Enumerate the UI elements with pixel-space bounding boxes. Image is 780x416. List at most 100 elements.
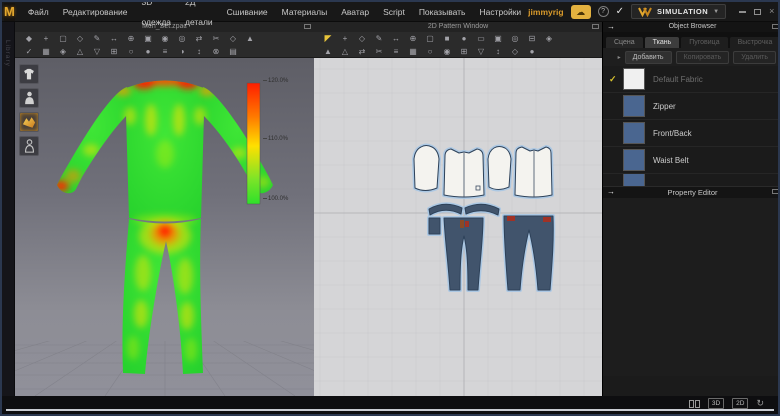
toolbar-icon[interactable]: +	[40, 33, 52, 44]
fabric-action-button[interactable]: Добавить	[625, 51, 672, 64]
menu-item[interactable]: Показывать	[412, 2, 473, 22]
toolbar-icon[interactable]: ◑	[176, 46, 188, 57]
toolbar-icon[interactable]: ⊞	[458, 46, 470, 57]
toolbar-icon[interactable]: ⇄	[356, 46, 368, 57]
fabric-list-item[interactable]	[603, 174, 780, 186]
toolbar-icon[interactable]: ▲	[244, 33, 256, 44]
split-view-icon[interactable]	[689, 400, 700, 408]
toolbar-icon[interactable]: +	[339, 33, 351, 44]
transform-pattern-tool-icon[interactable]: ◤	[322, 33, 334, 44]
fabric-action-button[interactable]: Удалить	[733, 51, 776, 64]
toolbar-icon[interactable]: ≡	[159, 46, 171, 57]
toolbar-icon[interactable]: ▣	[492, 33, 504, 44]
strain-map-avatar[interactable]	[15, 58, 314, 396]
fabric-list-item[interactable]: Zipper	[603, 93, 780, 120]
fabric-list-item[interactable]: ✓ Default Fabric	[603, 66, 780, 93]
toolbar-icon[interactable]: ◇	[356, 33, 368, 44]
fabric-list-item[interactable]: Waist Belt	[603, 147, 780, 174]
toolbar-icon[interactable]: ≡	[390, 46, 402, 57]
fabric-swatch[interactable]	[623, 149, 645, 171]
fabric-swatch[interactable]	[623, 174, 645, 186]
toolbar-icon[interactable]: ⊟	[526, 33, 538, 44]
viewport-3d-canvas[interactable]: 120.0% 110.0% 100.0%	[15, 58, 314, 396]
toolbar-icon[interactable]: ◈	[57, 46, 69, 57]
toolbar-icon[interactable]: ◇	[74, 33, 86, 44]
menu-item[interactable]: Сшивание	[220, 2, 275, 22]
menu-item[interactable]: Настройки	[472, 2, 528, 22]
fabric-swatch[interactable]	[623, 68, 645, 90]
collapse-panel-icon[interactable]: →	[607, 22, 615, 32]
avatar-display-icon[interactable]	[19, 136, 39, 156]
toolbar-icon[interactable]: ↕	[492, 46, 504, 57]
view-3d-button[interactable]: 3D	[708, 398, 724, 409]
toolbar-icon[interactable]: ○	[125, 46, 137, 57]
toolbar-icon[interactable]: ◇	[509, 46, 521, 57]
toolbar-icon[interactable]: ⊞	[108, 46, 120, 57]
toolbar-icon[interactable]: ●	[142, 46, 154, 57]
toolbar-icon[interactable]: ⇄	[193, 33, 205, 44]
toolbar-icon[interactable]: ▦	[407, 46, 419, 57]
view-2d-button[interactable]: 2D	[732, 398, 748, 409]
toolbar-icon[interactable]: ▭	[475, 33, 487, 44]
strain-map-icon[interactable]	[19, 112, 39, 132]
toolbar-icon[interactable]: ◎	[509, 33, 521, 44]
toolbar-icon[interactable]: ▤	[227, 46, 239, 57]
toolbar-icon[interactable]: ▢	[424, 33, 436, 44]
app-logo-icon[interactable]: M	[4, 3, 15, 21]
minimize-button[interactable]	[739, 11, 746, 13]
simulation-mode-dropdown[interactable]: SIMULATION ▼	[631, 4, 726, 19]
toolbar-icon[interactable]: ▣	[142, 33, 154, 44]
toolbar-icon[interactable]: ◇	[227, 33, 239, 44]
toolbar-icon[interactable]: ◉	[441, 46, 453, 57]
reset-view-icon[interactable]: ↻	[756, 399, 764, 408]
object-browser-tab[interactable]: Ткань	[645, 37, 680, 48]
toolbar-icon[interactable]: ▢	[57, 33, 69, 44]
toolbar-icon[interactable]: ↔	[390, 33, 402, 44]
toolbar-icon[interactable]: ◈	[543, 33, 555, 44]
toolbar-icon[interactable]: ▽	[91, 46, 103, 57]
pattern-pieces-canvas[interactable]	[314, 58, 602, 396]
menu-item[interactable]: 2Д детали	[178, 0, 220, 32]
menu-item[interactable]: Файл	[21, 2, 56, 22]
object-browser-tab[interactable]: Выстрочка	[730, 37, 780, 48]
fabric-swatch[interactable]	[623, 122, 645, 144]
toolbar-icon[interactable]: △	[74, 46, 86, 57]
close-button[interactable]: ×	[769, 7, 774, 16]
toolbar-icon[interactable]: ▲	[322, 46, 334, 57]
toolbar-icon[interactable]: ↕	[193, 46, 205, 57]
toolbar-icon[interactable]: △	[339, 46, 351, 57]
confirm-icon[interactable]: ✓	[616, 6, 624, 17]
object-browser-tab[interactable]: Сцена	[606, 37, 643, 48]
menu-item[interactable]: Аватар	[334, 2, 376, 22]
help-icon[interactable]: ?	[598, 6, 609, 17]
toolbar-icon[interactable]: ◉	[159, 33, 171, 44]
object-browser-tab[interactable]: Пуговица	[681, 37, 727, 48]
menu-item[interactable]: Script	[376, 2, 412, 22]
toolbar-icon[interactable]: ◎	[176, 33, 188, 44]
menu-item[interactable]: Материалы	[275, 2, 335, 22]
fabric-action-button[interactable]: Копировать	[676, 51, 730, 64]
cloud-sync-icon[interactable]: ☁	[571, 5, 591, 19]
fabric-list-item[interactable]: Front/Back	[603, 120, 780, 147]
toolbar-icon[interactable]: ✎	[91, 33, 103, 44]
shirt-pattern-pieces[interactable]	[414, 146, 552, 198]
collapse-panel-icon[interactable]: →	[607, 187, 615, 197]
toolbar-icon[interactable]: ⊗	[210, 46, 222, 57]
toolbar-icon[interactable]: ✎	[373, 33, 385, 44]
restore-button[interactable]	[754, 9, 761, 15]
detach-window-icon[interactable]	[772, 189, 779, 194]
toolbar-icon[interactable]: ▽	[475, 46, 487, 57]
show-avatar-icon[interactable]	[19, 88, 39, 108]
toolbar-icon[interactable]: ⊕	[407, 33, 419, 44]
fabric-swatch[interactable]	[623, 95, 645, 117]
toolbar-icon[interactable]: ◆	[23, 33, 35, 44]
show-garment-icon[interactable]	[19, 64, 39, 84]
toolbar-icon[interactable]: ✂	[373, 46, 385, 57]
toolbar-icon[interactable]: ▦	[40, 46, 52, 57]
viewport-2d-canvas[interactable]	[314, 58, 602, 396]
toolbar-icon[interactable]: ●	[458, 33, 470, 44]
toolbar-icon[interactable]: ✓	[23, 46, 35, 57]
library-collapsed-rail[interactable]: Library	[2, 22, 15, 414]
toolbar-icon[interactable]: ■	[441, 33, 453, 44]
detach-window-icon[interactable]	[592, 24, 599, 29]
